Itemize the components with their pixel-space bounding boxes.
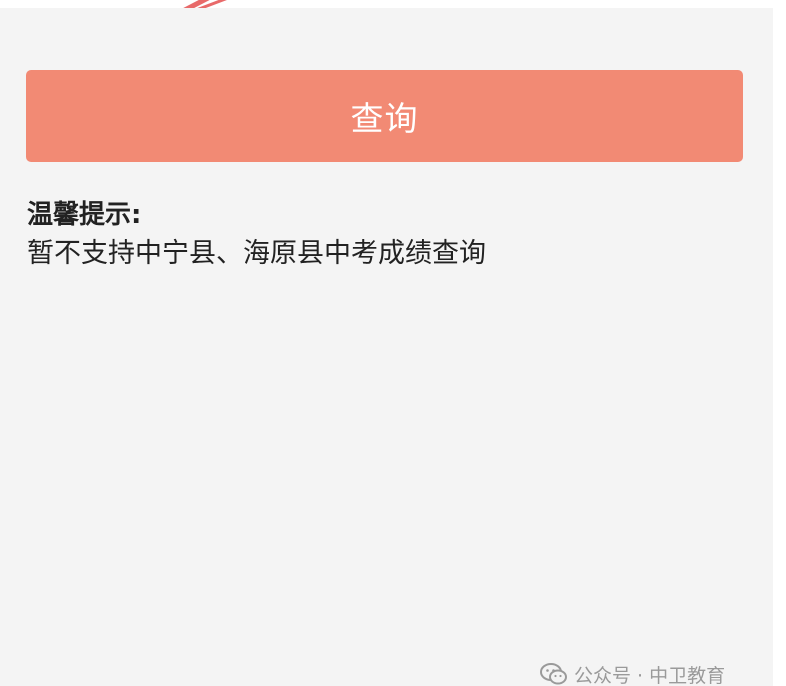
watermark-text: 公众号 · 中卫教育	[574, 664, 726, 686]
wechat-icon	[540, 663, 567, 685]
watermark: 公众号 · 中卫教育	[540, 660, 725, 686]
tip-text: 暂不支持中宁县、海原县中考成绩查询	[27, 238, 486, 269]
tip-title: 温馨提示:	[27, 200, 142, 230]
query-button[interactable]: 查询	[26, 70, 743, 162]
tip-section: 温馨提示: 暂不支持中宁县、海原县中考成绩查询	[27, 196, 747, 274]
page: 查询 温馨提示: 暂不支持中宁县、海原县中考成绩查询 公众号 · 中卫教育	[0, 0, 786, 686]
